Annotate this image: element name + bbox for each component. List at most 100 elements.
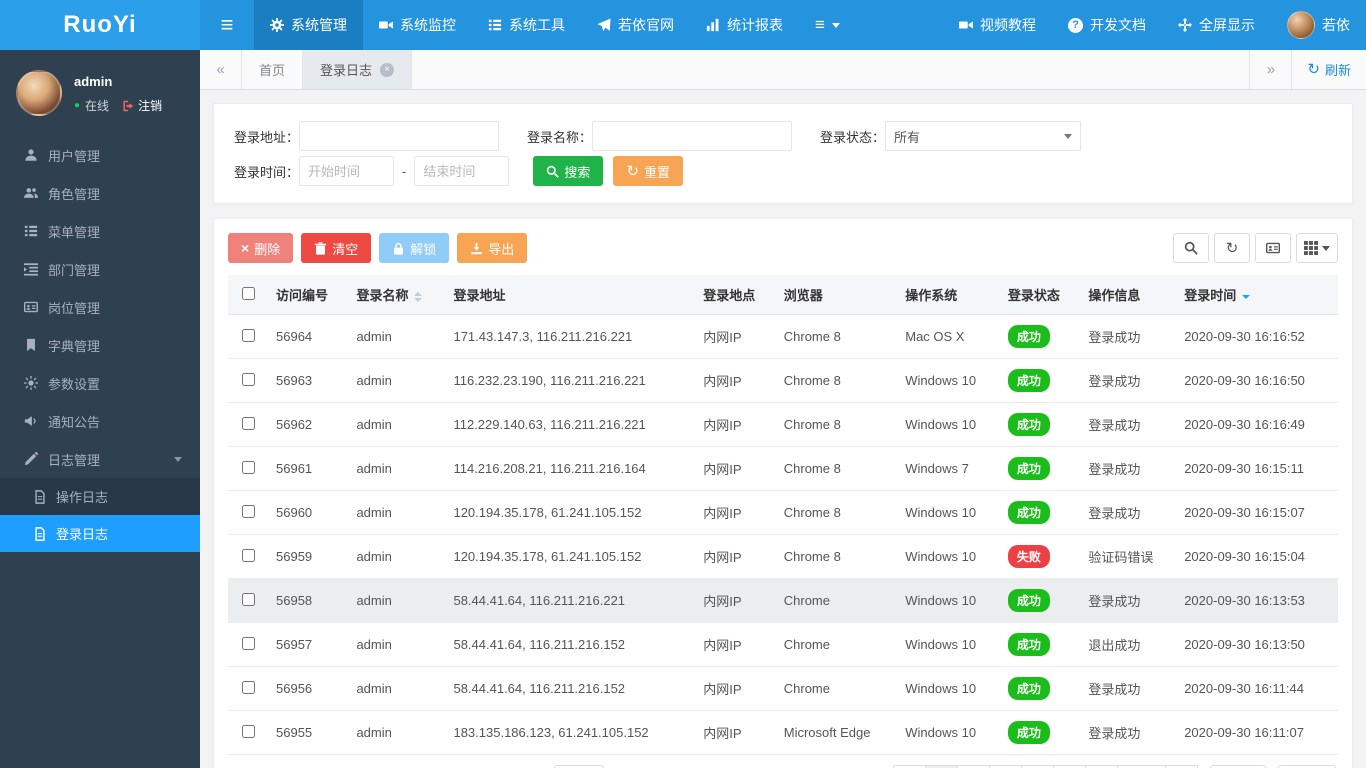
tabs-scroll-right-button[interactable]: » [1249, 50, 1291, 89]
row-checkbox[interactable] [241, 680, 255, 694]
status-badge: 成功 [1007, 413, 1050, 436]
cell-login-name: admin [348, 710, 446, 755]
refresh-tab-button[interactable]: ↻ 刷新 [1291, 50, 1366, 89]
unlock-button[interactable]: 解锁 [379, 233, 450, 263]
delete-button[interactable]: × 删除 [228, 233, 294, 263]
row-checkbox[interactable] [241, 548, 255, 562]
table-columns-button[interactable] [1296, 233, 1338, 263]
user-avatar[interactable] [16, 70, 62, 116]
nav-fullscreen[interactable]: 全屏显示 [1162, 0, 1271, 50]
row-checkbox[interactable] [241, 724, 255, 738]
nav-more-dropdown[interactable]: ≡ [799, 0, 856, 50]
refresh-icon: ↻ [1225, 239, 1239, 257]
tab-bar: « 首页 登录日志 × » ↻ 刷新 [200, 50, 1366, 90]
table-view-toggle-button[interactable] [1255, 233, 1291, 263]
table-row[interactable]: 56958 admin 58.44.41.64, 116.211.216.221… [228, 578, 1338, 623]
start-time-input[interactable] [299, 156, 395, 186]
sidebar-item-user-manage[interactable]: 用户管理 [0, 136, 200, 174]
sidebar-item-login-log[interactable]: 登录日志 [0, 515, 200, 552]
nav-statistics[interactable]: 统计报表 [690, 0, 799, 50]
col-login-address: 登录地址 [445, 275, 696, 315]
video-camera-icon [959, 18, 973, 32]
table-row[interactable]: 56955 admin 183.135.186.123, 61.241.105.… [228, 710, 1338, 755]
menu-label: 操作日志 [56, 490, 109, 505]
table-row[interactable]: 56963 admin 116.232.23.190, 116.211.216.… [228, 358, 1338, 403]
cell-login-location: 内网IP [695, 314, 776, 359]
row-checkbox[interactable] [241, 416, 255, 430]
sidebar-toggle-icon[interactable]: ≡ [200, 0, 254, 50]
row-checkbox[interactable] [241, 636, 255, 650]
sidebar-item-notice[interactable]: 通知公告 [0, 402, 200, 440]
nav-system-manage[interactable]: 系统管理 [254, 0, 363, 50]
table-row[interactable]: 56956 admin 58.44.41.64, 116.211.216.152… [228, 666, 1338, 711]
cell-login-location: 内网IP [695, 490, 776, 535]
reset-button[interactable]: ↻ 重置 [613, 156, 683, 186]
tabs-scroll-left-button[interactable]: « [200, 50, 242, 89]
export-button[interactable]: 导出 [457, 233, 528, 263]
select-all-checkbox[interactable] [241, 286, 255, 300]
bookmark-icon [24, 338, 38, 352]
row-checkbox[interactable] [241, 460, 255, 474]
sidebar-item-operation-log[interactable]: 操作日志 [0, 478, 200, 515]
row-checkbox[interactable] [241, 372, 255, 386]
table-search-toggle-button[interactable] [1173, 233, 1209, 263]
search-button[interactable]: 搜索 [533, 156, 604, 186]
close-icon[interactable]: × [380, 62, 395, 77]
row-checkbox[interactable] [241, 504, 255, 518]
table-row[interactable]: 56961 admin 114.216.208.21, 116.211.216.… [228, 446, 1338, 491]
refresh-label: 刷新 [1324, 63, 1351, 78]
login-name-input[interactable] [592, 121, 793, 151]
login-address-input[interactable] [299, 121, 500, 151]
end-time-input[interactable] [414, 156, 510, 186]
status-badge: 成功 [1007, 369, 1050, 392]
status-badge: 成功 [1007, 589, 1050, 612]
logout-button[interactable]: 注销 [122, 97, 162, 114]
col-login-name[interactable]: 登录名称 [348, 275, 446, 315]
nav-video-tutorial[interactable]: 视频教程 [943, 0, 1052, 50]
cell-login-address: 171.43.147.3, 116.211.216.221 [445, 314, 696, 359]
status-badge: 成功 [1007, 501, 1050, 524]
cell-login-status: 失败 [999, 534, 1081, 579]
card-view-icon [1266, 241, 1280, 255]
nav-dev-docs[interactable]: ? 开发文档 [1052, 0, 1162, 50]
tab-home[interactable]: 首页 [242, 50, 304, 89]
avatar [1287, 11, 1315, 39]
sidebar-item-post-manage[interactable]: 岗位管理 [0, 288, 200, 326]
col-login-time[interactable]: 登录时间 [1176, 275, 1338, 315]
row-checkbox[interactable] [241, 328, 255, 342]
clear-button[interactable]: 清空 [301, 233, 372, 263]
login-log-table-body: 56964 admin 171.43.147.3, 116.211.216.22… [228, 314, 1338, 755]
sidebar-item-menu-manage[interactable]: 菜单管理 [0, 212, 200, 250]
table-tool-icons: ↻ [1173, 233, 1338, 263]
sidebar-item-dept-manage[interactable]: 部门管理 [0, 250, 200, 288]
cell-operation-info: 登录成功 [1080, 402, 1177, 447]
export-button-label: 导出 [488, 241, 515, 257]
cell-login-time: 2020-09-30 16:11:07 [1176, 710, 1338, 755]
cell-os: Windows 7 [897, 446, 1000, 491]
nav-official-site[interactable]: 若依官网 [581, 0, 690, 50]
cell-browser: Chrome 8 [775, 358, 898, 403]
sidebar-item-role-manage[interactable]: 角色管理 [0, 174, 200, 212]
brand-logo[interactable]: RuoYi [0, 0, 200, 50]
tab-login-log[interactable]: 登录日志 × [303, 50, 413, 89]
table-row[interactable]: 56957 admin 58.44.41.64, 116.211.216.152… [228, 622, 1338, 667]
nav-system-tools[interactable]: 系统工具 [472, 0, 581, 50]
cell-login-status: 成功 [999, 490, 1081, 535]
table-row[interactable]: 56964 admin 171.43.147.3, 116.211.216.22… [228, 314, 1338, 359]
table-row[interactable]: 56959 admin 120.194.35.178, 61.241.105.1… [228, 534, 1338, 579]
login-name-label: 登录名称： [527, 129, 593, 145]
trash-icon [314, 242, 327, 255]
row-checkbox[interactable] [241, 592, 255, 606]
cell-login-address: 183.135.186.123, 61.241.105.152 [445, 710, 696, 755]
table-refresh-button[interactable]: ↻ [1214, 233, 1250, 263]
nav-user-menu[interactable]: 若依 [1271, 0, 1366, 50]
search-form-panel: 登录地址： 登录名称： 登录状态： 所有 登录时间： - [213, 103, 1353, 204]
sidebar-item-dict-manage[interactable]: 字典管理 [0, 326, 200, 364]
x-icon: × [241, 240, 250, 256]
sidebar-item-param-settings[interactable]: 参数设置 [0, 364, 200, 402]
nav-system-monitor[interactable]: 系统监控 [363, 0, 472, 50]
login-status-select[interactable]: 所有 [885, 121, 1082, 151]
table-row[interactable]: 56962 admin 112.229.140.63, 116.211.216.… [228, 402, 1338, 447]
table-row[interactable]: 56960 admin 120.194.35.178, 61.241.105.1… [228, 490, 1338, 535]
sidebar-item-log-manage[interactable]: 日志管理 [0, 440, 200, 478]
